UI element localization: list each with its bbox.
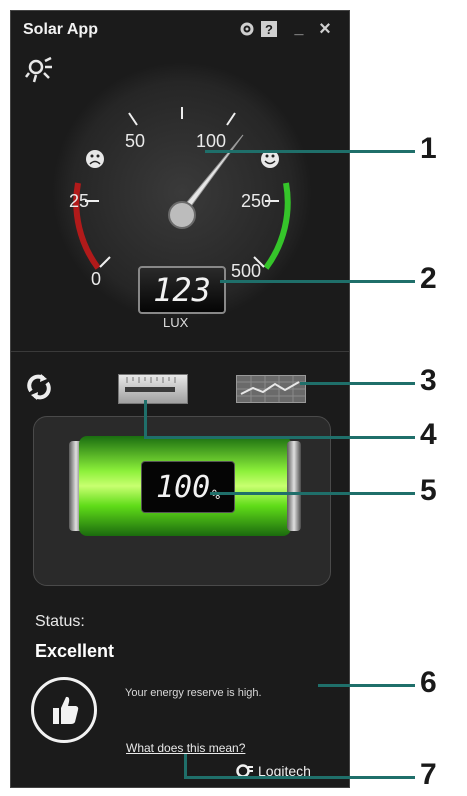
gauge-tick-0: 0 bbox=[91, 269, 102, 289]
callout-line-4 bbox=[144, 436, 415, 439]
callout-line-3 bbox=[300, 382, 415, 385]
battery-value: 100 bbox=[155, 469, 211, 505]
gauge-tick-100: 100 bbox=[196, 131, 227, 151]
callout-line-6 bbox=[318, 684, 415, 687]
callout-line-7a bbox=[184, 754, 187, 778]
ruler-icon bbox=[125, 377, 176, 392]
callout-line-1 bbox=[205, 150, 415, 153]
sad-face-icon bbox=[86, 150, 104, 168]
lux-readout: 123 bbox=[138, 266, 226, 314]
gauge-tick-500: 500 bbox=[231, 261, 262, 281]
help-button[interactable]: ? bbox=[261, 21, 277, 37]
callout-4: 4 bbox=[420, 418, 437, 451]
battery-unit: % bbox=[212, 487, 220, 503]
gauge-tick-250: 250 bbox=[241, 191, 272, 211]
callout-6: 6 bbox=[420, 666, 437, 699]
status-value: Excellent bbox=[35, 641, 115, 661]
battery-readout: 100% bbox=[141, 461, 235, 513]
minimize-button[interactable]: _ bbox=[289, 19, 309, 39]
lux-unit-label: LUX bbox=[163, 315, 189, 330]
settings-icon[interactable] bbox=[237, 19, 257, 39]
gauge-tick-50: 50 bbox=[125, 131, 146, 151]
thumbs-up-icon bbox=[31, 677, 97, 743]
history-graph-button[interactable] bbox=[236, 375, 306, 403]
app-window: Solar App ? _ × 0 25 50 100 250 500 123 … bbox=[10, 10, 350, 788]
callout-line-2 bbox=[220, 280, 415, 283]
app-title: Solar App bbox=[23, 21, 98, 38]
help-link[interactable]: What does this mean? bbox=[126, 741, 245, 755]
callout-3: 3 bbox=[420, 364, 437, 397]
callout-line-5 bbox=[210, 492, 415, 495]
callout-5: 5 bbox=[420, 474, 437, 507]
gauge-tick-25: 25 bbox=[69, 191, 90, 211]
status-label: Status: bbox=[35, 613, 85, 630]
section-divider bbox=[11, 351, 349, 352]
sun-icon bbox=[25, 55, 55, 90]
close-button[interactable]: × bbox=[315, 18, 335, 40]
status-message: Your energy reserve is high. bbox=[125, 687, 262, 699]
battery-right-cap bbox=[287, 441, 301, 531]
graph-icon bbox=[237, 376, 305, 402]
callout-line-4a bbox=[144, 400, 147, 438]
callout-1: 1 bbox=[420, 132, 437, 165]
meter-view-button[interactable] bbox=[118, 374, 188, 404]
callout-2: 2 bbox=[420, 262, 437, 295]
callout-7: 7 bbox=[420, 758, 437, 791]
callout-line-7 bbox=[184, 776, 415, 779]
refresh-icon[interactable] bbox=[25, 373, 53, 406]
